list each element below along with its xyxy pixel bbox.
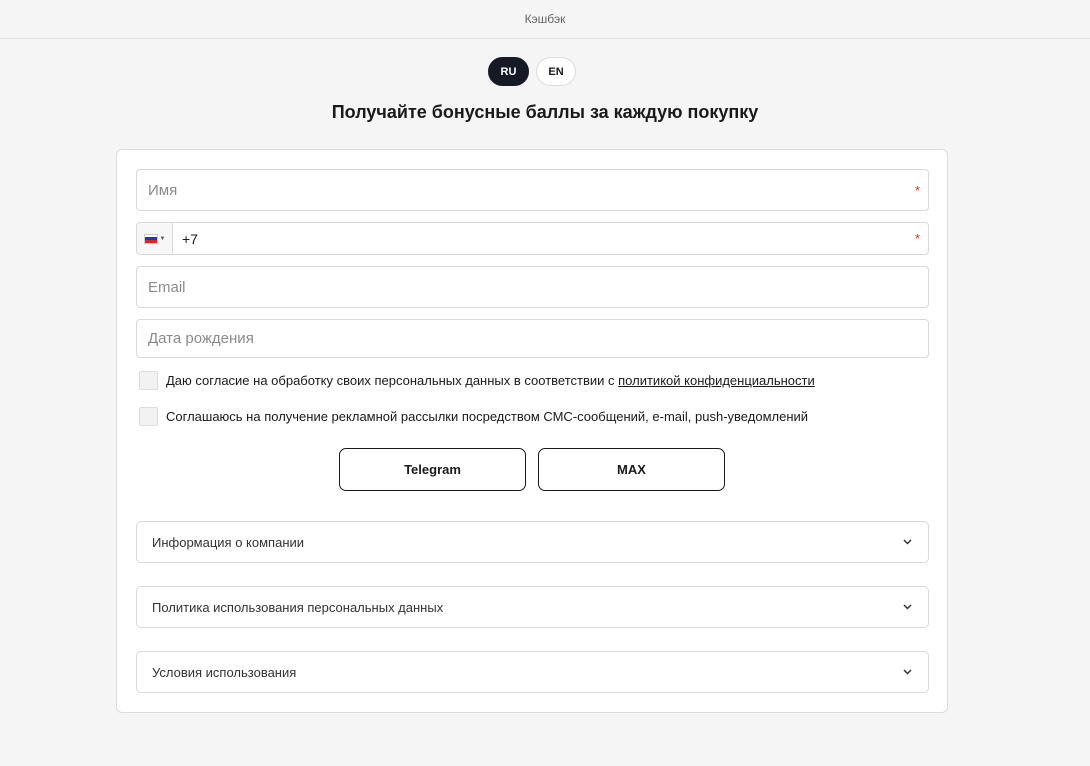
consent-personal-data-label: Даю согласие на обработку своих персонал… xyxy=(166,373,815,388)
page-title: Получайте бонусные баллы за каждую покуп… xyxy=(331,102,759,122)
caret-down-icon: ▼ xyxy=(159,235,166,242)
phone-input[interactable] xyxy=(197,223,915,254)
birthdate-input[interactable] xyxy=(137,320,928,357)
lang-ru-button[interactable]: RU xyxy=(488,57,529,86)
accordion-label: Политика использования персональных данн… xyxy=(152,599,444,615)
telegram-button[interactable]: Telegram xyxy=(339,448,526,491)
birthdate-field xyxy=(136,319,929,358)
phone-prefix: +7 xyxy=(182,230,198,247)
required-mark: * xyxy=(914,231,920,246)
consent-marketing-label: Соглашаюсь на получение рекламной рассыл… xyxy=(166,409,809,424)
consent-marketing-row: Соглашаюсь на получение рекламной рассыл… xyxy=(139,407,808,426)
email-field xyxy=(136,266,929,308)
header-title: Кэшбэк xyxy=(524,12,566,26)
name-field: * xyxy=(136,169,929,211)
accordion-label: Условия использования xyxy=(152,664,297,680)
privacy-policy-link[interactable]: политикой конфиденциальности xyxy=(618,373,815,388)
top-bar: Кэшбэк xyxy=(0,0,1090,39)
chevron-down-icon xyxy=(902,537,912,547)
email-input[interactable] xyxy=(137,267,928,307)
chevron-down-icon xyxy=(902,602,912,612)
required-mark: * xyxy=(914,182,920,198)
lang-en-button[interactable]: EN xyxy=(536,57,576,86)
consent-marketing-checkbox[interactable] xyxy=(139,407,158,426)
form-card: * ▼ +7 * Даю согласие на обработку своих… xyxy=(116,149,948,713)
accordion-label: Информация о компании xyxy=(152,534,305,550)
consent-personal-data-checkbox[interactable] xyxy=(139,371,158,390)
chevron-down-icon xyxy=(902,667,912,677)
russia-flag-icon xyxy=(143,233,158,244)
accordion-company-info[interactable]: Информация о компании xyxy=(136,521,929,563)
max-button[interactable]: MAX xyxy=(538,448,725,491)
accordion-terms-of-use[interactable]: Условия использования xyxy=(136,651,929,693)
accordion-privacy-policy[interactable]: Политика использования персональных данн… xyxy=(136,586,929,628)
language-switcher: RU EN xyxy=(488,57,576,86)
phone-field: ▼ +7 * xyxy=(136,222,929,255)
country-selector[interactable]: ▼ xyxy=(137,223,173,254)
consent-personal-data-text: Даю согласие на обработку своих персонал… xyxy=(166,373,619,388)
name-input[interactable] xyxy=(137,170,915,210)
consent-personal-data-row: Даю согласие на обработку своих персонал… xyxy=(139,371,815,390)
